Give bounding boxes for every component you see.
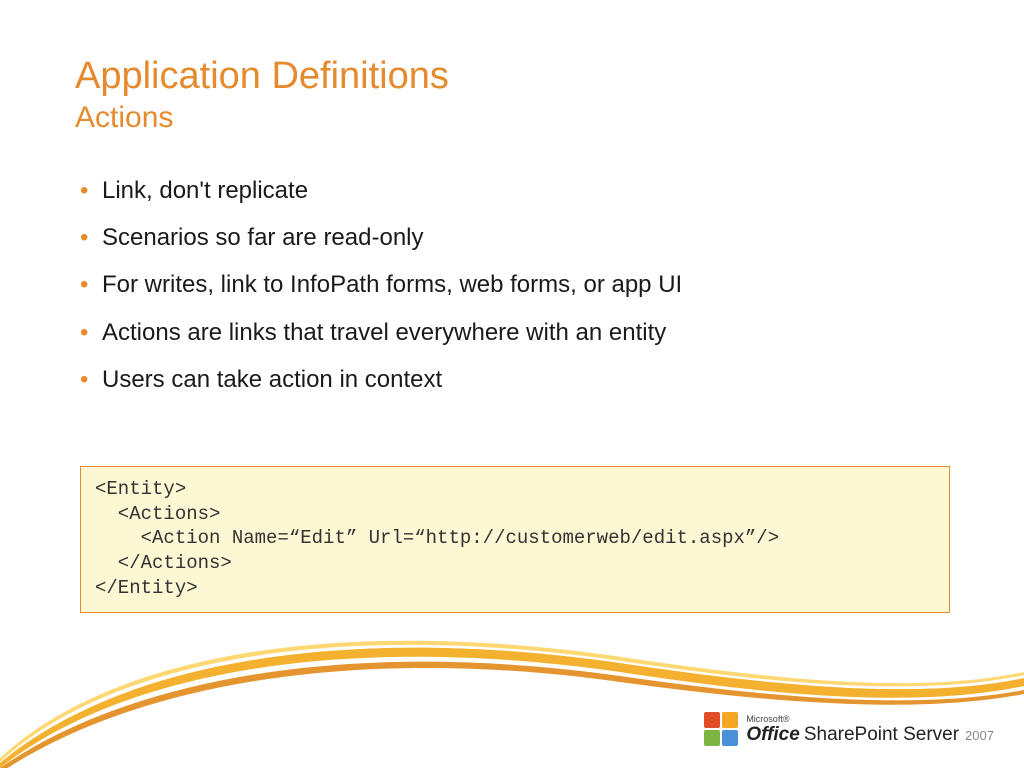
slide-title: Application Definitions (75, 55, 449, 99)
office-logo-icon (704, 712, 738, 746)
title-block: Application Definitions Actions (75, 55, 449, 135)
bullet-item: For writes, link to InfoPath forms, web … (80, 269, 960, 300)
brand-office: Office (746, 725, 800, 744)
bullet-item: Users can take action in context (80, 364, 960, 395)
brand-year: 2007 (965, 729, 994, 742)
bullet-item: Link, don't replicate (80, 175, 960, 206)
bullet-list: Link, don't replicate Scenarios so far a… (80, 175, 960, 411)
slide: Application Definitions Actions Link, do… (0, 0, 1024, 768)
code-sample: <Entity> <Actions> <Action Name=“Edit” U… (95, 477, 935, 600)
brand-microsoft: Microsoft® (746, 715, 994, 724)
slide-subtitle: Actions (75, 101, 449, 136)
brand-logo: Microsoft® Office SharePoint Server 2007 (704, 712, 994, 746)
code-sample-box: <Entity> <Actions> <Action Name=“Edit” U… (80, 466, 950, 613)
brand-text: Microsoft® Office SharePoint Server 2007 (746, 715, 994, 744)
bullet-item: Actions are links that travel everywhere… (80, 317, 960, 348)
bullet-item: Scenarios so far are read-only (80, 222, 960, 253)
brand-product: SharePoint Server (804, 725, 959, 744)
